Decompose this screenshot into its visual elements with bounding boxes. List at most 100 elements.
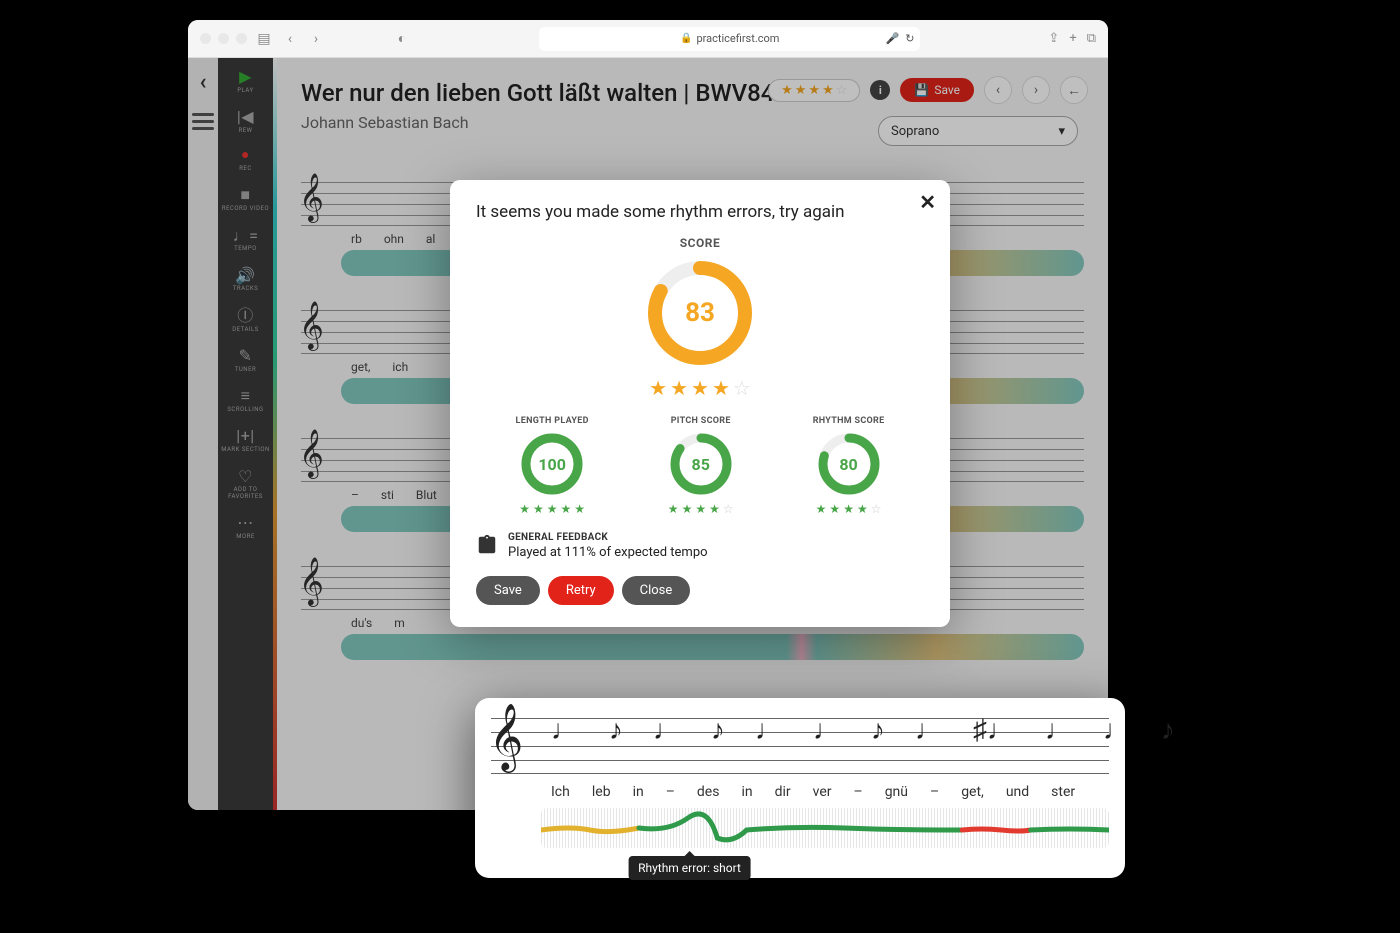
sidebar-item-tempo[interactable]: ♩=TEMPO [233,227,259,253]
return-button[interactable]: ← [1060,76,1088,104]
tuner-icon: ✎ [239,347,253,365]
shield-icon[interactable]: ◐ [393,30,411,48]
info-icon[interactable]: i [870,80,890,100]
lyric-syllable: Ich [551,784,570,800]
window-close[interactable] [200,33,211,44]
sidebar-item-more[interactable]: ⋯MORE [236,514,254,540]
back-chevron-icon[interactable]: ‹ [200,70,207,95]
sidebar-item-label: PLAY [237,88,253,95]
sub-score-stars: ★★★★☆ [816,502,882,516]
treble-clef-icon: 𝄞 [299,301,324,350]
lyric-syllable: und [1006,784,1029,800]
record-video-icon: ■ [240,186,250,204]
modal-save-button[interactable]: Save [476,576,540,605]
star-icon: ★ [668,502,679,516]
zoom-staff: 𝄞 ♩♪♩♪♩♩♪♩♯♩♩♩♪ [491,718,1109,774]
star-icon: ★ [712,376,730,400]
url-bar[interactable]: 🔒 practicefirst.com 🎤 ↻ [539,27,920,51]
rec-icon: ● [241,148,250,163]
new-tab-icon[interactable]: + [1069,31,1076,46]
sidebar-item-label: TRACKS [233,286,258,293]
star-icon: ★ [781,83,793,98]
sidebar-item-label: RECORD VIDEO [222,206,269,213]
share-icon[interactable]: ⇪ [1048,31,1059,46]
sub-score-stars: ★★★★☆ [668,502,734,516]
rating-pill[interactable]: ★★★★☆ [768,79,860,102]
accuracy-waveform [341,634,1084,660]
piece-title: Wer nur den lieben Gott läßt walten | BW… [301,78,781,109]
dropdown-icon: ▾ [1058,124,1065,139]
window-minimize[interactable] [218,33,229,44]
tracks-icon: 🔊 [235,267,255,285]
mic-icon[interactable]: 🎤 [885,32,899,45]
window-maximize[interactable] [236,33,247,44]
lyric-syllable: in [633,784,644,800]
star-icon: ★ [547,502,558,516]
close-icon[interactable]: ✕ [919,190,936,214]
sub-score-value: 80 [817,432,881,496]
lyric-syllable: rb [351,232,362,246]
sidebar-item-label: MORE [236,534,254,541]
sidebar-toggle-icon[interactable]: ▤ [255,30,273,48]
lyric-syllable: ich [392,360,408,374]
menu-icon[interactable] [192,113,214,130]
sidebar-item-label: DETAILS [232,327,259,334]
clipboard-icon [476,532,498,558]
sidebar-item-tracks[interactable]: 🔊TRACKS [233,267,258,293]
lyric-syllable: du's [351,616,372,630]
back-icon[interactable]: ‹ [281,30,299,48]
sub-score-ring: 85 [669,432,733,496]
modal-title: It seems you made some rhythm errors, tr… [476,202,924,222]
scrolling-icon: ≡ [241,387,251,405]
feedback-row: GENERAL FEEDBACK Played at 111% of expec… [476,532,924,560]
lyric-syllable: – [854,784,863,800]
voice-select[interactable]: Soprano ▾ [878,116,1078,146]
feedback-body: Played at 111% of expected tempo [508,545,708,560]
sidebar-item-scrolling[interactable]: ≡SCROLLING [227,387,263,413]
top-controls: ★★★★☆ i 💾 Save ‹ › ← [768,76,1088,104]
star-icon: ★ [695,502,706,516]
sidebar-item-label: MARK SECTION [221,447,270,454]
modal-retry-button[interactable]: Retry [548,576,614,605]
lyric-syllable: get, [351,360,370,374]
lyric-syllable: ohn [384,232,404,246]
modal-close-button[interactable]: Close [622,576,691,605]
sidebar-item-record-video[interactable]: ■ RECORD VIDEO [222,186,269,212]
sub-score-pitch-score: PITCH SCORE85★★★★☆ [668,416,734,516]
lock-icon: 🔒 [680,33,692,44]
sidebar-item-mark-section[interactable]: |+|MARK SECTION [221,427,270,453]
score-stars: ★★★★☆ [476,376,924,400]
reload-icon[interactable]: ↻ [905,32,914,45]
score-heading: SCORE [476,236,924,250]
star-icon: ★ [649,376,667,400]
lyric-syllable: – [930,784,939,800]
tabs-icon[interactable]: ⧉ [1087,31,1096,46]
sidebar-item-details[interactable]: ⓘDETAILS [232,307,259,333]
lyric-syllable: get, [961,784,984,800]
sub-score-ring: 80 [817,432,881,496]
sidebar-item-play[interactable]: ▶ PLAY [237,68,253,94]
feedback-heading: GENERAL FEEDBACK [508,532,708,543]
pitch-contour [541,808,1109,848]
lyric-syllable: gnü [885,784,908,800]
sidebar-item-label: TUNER [235,367,256,374]
sidebar-item-add-to-favorites[interactable]: ♡ADD TO FAVORITES [218,468,273,501]
traffic-lights [200,33,247,44]
sub-score-value: 85 [669,432,733,496]
lyric-syllable: ver [813,784,832,800]
forward-icon[interactable]: › [307,30,325,48]
lyric-syllable: ster [1051,784,1075,800]
zoom-panel: 𝄞 ♩♪♩♪♩♩♪♩♯♩♩♩♪ Ichlebin–desindirver–gnü… [475,698,1125,878]
sub-score-rhythm-score: RHYTHM SCORE80★★★★☆ [813,416,885,516]
modal-buttons: Save Retry Close [476,576,924,605]
sidebar-item-rew[interactable]: |◀REW [237,108,254,134]
sidebar-item-rec[interactable]: ●REC [239,148,252,172]
next-button[interactable]: › [1022,76,1050,104]
star-icon: ★ [561,502,572,516]
save-button[interactable]: 💾 Save [900,78,974,102]
play-icon: ▶ [239,68,252,86]
zoom-waveform [541,808,1109,848]
sidebar-item-tuner[interactable]: ✎ TUNER [235,347,256,373]
browser-chrome: ▤ ‹ › ◐ 🔒 practicefirst.com 🎤 ↻ ⇪ + ⧉ [188,20,1108,58]
prev-button[interactable]: ‹ [984,76,1012,104]
